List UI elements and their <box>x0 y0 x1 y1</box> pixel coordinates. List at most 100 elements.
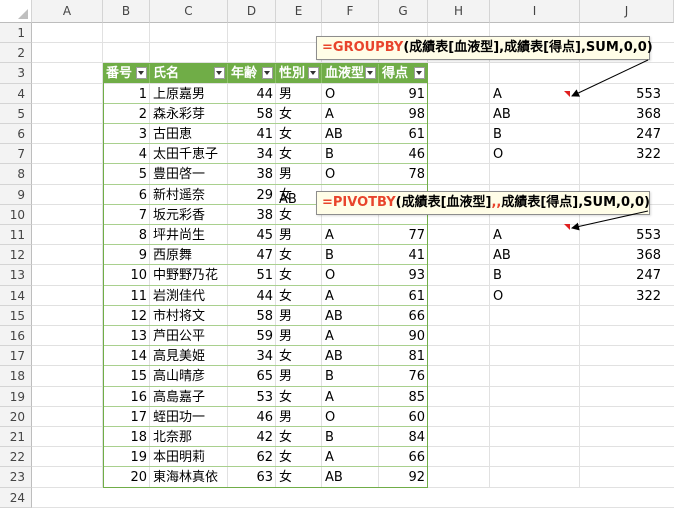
table-cell[interactable]: 65 <box>228 366 276 386</box>
table-cell[interactable]: 46 <box>379 144 428 164</box>
table-cell[interactable]: 38 <box>228 205 276 225</box>
row-header[interactable]: 16 <box>0 326 32 347</box>
table-cell[interactable]: AB <box>322 467 379 487</box>
row-header[interactable]: 23 <box>0 467 32 488</box>
table-cell[interactable]: A <box>322 387 379 407</box>
table-cell[interactable]: 98 <box>379 104 428 124</box>
column-header[interactable]: C <box>150 0 228 23</box>
row-header[interactable]: 4 <box>0 83 32 104</box>
table-cell[interactable]: 蛭田功一 <box>150 407 228 427</box>
result-value-cell[interactable]: 368 <box>580 104 664 124</box>
table-cell[interactable]: 5 <box>103 164 150 184</box>
table-cell[interactable]: 男 <box>276 366 322 386</box>
table-cell[interactable]: B <box>322 427 379 447</box>
result-value-cell[interactable]: 322 <box>580 144 664 164</box>
table-cell[interactable]: 34 <box>228 346 276 366</box>
row-header[interactable]: 17 <box>0 346 32 367</box>
result-value-cell[interactable]: 553 <box>580 225 664 245</box>
filter-dropdown-icon[interactable] <box>214 67 225 80</box>
table-cell[interactable]: 男 <box>276 225 322 245</box>
column-header[interactable]: G <box>379 0 428 23</box>
column-header[interactable]: D <box>228 0 276 23</box>
column-header[interactable]: J <box>580 0 674 23</box>
table-cell[interactable]: 9 <box>103 245 150 265</box>
table-cell[interactable]: 60 <box>379 407 428 427</box>
table-cell[interactable]: 女 <box>276 104 322 124</box>
row-header[interactable]: 21 <box>0 427 32 448</box>
table-cell[interactable]: 11 <box>103 286 150 306</box>
table-cell[interactable]: 女 <box>276 387 322 407</box>
table-cell[interactable]: 3 <box>103 124 150 144</box>
table-cell[interactable]: 10 <box>103 265 150 285</box>
table-cell[interactable]: 女 <box>276 265 322 285</box>
table-cell[interactable]: 坂元彩香 <box>150 205 228 225</box>
row-header[interactable]: 9 <box>0 184 32 205</box>
table-cell[interactable]: B <box>322 366 379 386</box>
table-cell[interactable]: 84 <box>379 427 428 447</box>
table-cell[interactable]: 16 <box>103 387 150 407</box>
table-cell[interactable]: 76 <box>379 366 428 386</box>
filter-dropdown-icon[interactable] <box>308 67 319 80</box>
result-label-cell[interactable]: AB <box>490 104 580 124</box>
table-cell[interactable]: AB <box>322 306 379 326</box>
table-cell[interactable]: 中野野乃花 <box>150 265 228 285</box>
table-cell[interactable]: O <box>322 84 379 104</box>
filter-dropdown-icon[interactable] <box>414 67 425 80</box>
column-header[interactable]: F <box>322 0 379 23</box>
table-cell[interactable]: 高山晴彦 <box>150 366 228 386</box>
table-cell[interactable]: AB <box>322 124 379 144</box>
row-header[interactable]: 8 <box>0 164 32 185</box>
column-header[interactable]: E <box>276 0 322 23</box>
table-cell[interactable]: 女 <box>276 467 322 487</box>
table-cell[interactable]: 森永彩芽 <box>150 104 228 124</box>
table-cell[interactable]: 93 <box>379 265 428 285</box>
table-cell[interactable]: 坪井尚生 <box>150 225 228 245</box>
table-cell[interactable]: 新村遥奈 <box>150 185 228 205</box>
result-label-cell[interactable]: B <box>490 265 580 285</box>
table-cell[interactable]: 44 <box>228 84 276 104</box>
table-cell[interactable]: 42 <box>228 427 276 447</box>
result-label-cell[interactable]: B <box>490 124 580 144</box>
table-cell[interactable]: O <box>322 265 379 285</box>
table-cell[interactable]: A <box>322 286 379 306</box>
table-cell[interactable]: 高見美姫 <box>150 346 228 366</box>
table-cell[interactable]: 豊田啓一 <box>150 164 228 184</box>
row-header[interactable]: 24 <box>0 487 32 508</box>
table-cell[interactable]: 41 <box>228 124 276 144</box>
filter-dropdown-icon[interactable] <box>262 67 273 80</box>
table-cell[interactable]: 44 <box>228 286 276 306</box>
table-cell[interactable]: 芦田公平 <box>150 326 228 346</box>
row-header[interactable]: 11 <box>0 225 32 246</box>
table-header-cell[interactable]: 氏名 <box>150 63 228 84</box>
result-label-cell[interactable]: O <box>490 286 580 306</box>
result-value-cell[interactable]: 247 <box>580 124 664 144</box>
row-header[interactable]: 14 <box>0 285 32 306</box>
table-cell[interactable]: 19 <box>103 447 150 467</box>
column-header[interactable]: B <box>103 0 150 23</box>
table-cell[interactable]: 17 <box>103 407 150 427</box>
table-cell[interactable]: 14 <box>103 346 150 366</box>
table-header-cell[interactable]: 得点 <box>379 63 428 84</box>
table-cell[interactable]: 47 <box>228 245 276 265</box>
table-header-cell[interactable]: 年齢 <box>228 63 276 84</box>
column-header[interactable]: H <box>428 0 490 23</box>
row-header[interactable]: 10 <box>0 204 32 225</box>
result-label-cell[interactable]: AB <box>490 245 580 265</box>
table-cell[interactable]: 90 <box>379 326 428 346</box>
table-cell[interactable]: 8 <box>103 225 150 245</box>
table-cell[interactable]: 18 <box>103 427 150 447</box>
row-header[interactable]: 12 <box>0 245 32 266</box>
row-header[interactable]: 19 <box>0 386 32 407</box>
table-cell[interactable]: 58 <box>228 104 276 124</box>
table-cell[interactable]: 66 <box>379 447 428 467</box>
table-cell[interactable]: 高島嘉子 <box>150 387 228 407</box>
table-cell[interactable]: 91 <box>379 84 428 104</box>
table-cell[interactable]: 78 <box>379 164 428 184</box>
row-header[interactable]: 15 <box>0 305 32 326</box>
table-cell[interactable]: 41 <box>379 245 428 265</box>
table-cell[interactable]: 13 <box>103 326 150 346</box>
table-cell[interactable]: 15 <box>103 366 150 386</box>
table-cell[interactable]: 66 <box>379 306 428 326</box>
table-cell[interactable]: 岩渕佳代 <box>150 286 228 306</box>
table-cell[interactable]: 63 <box>228 467 276 487</box>
